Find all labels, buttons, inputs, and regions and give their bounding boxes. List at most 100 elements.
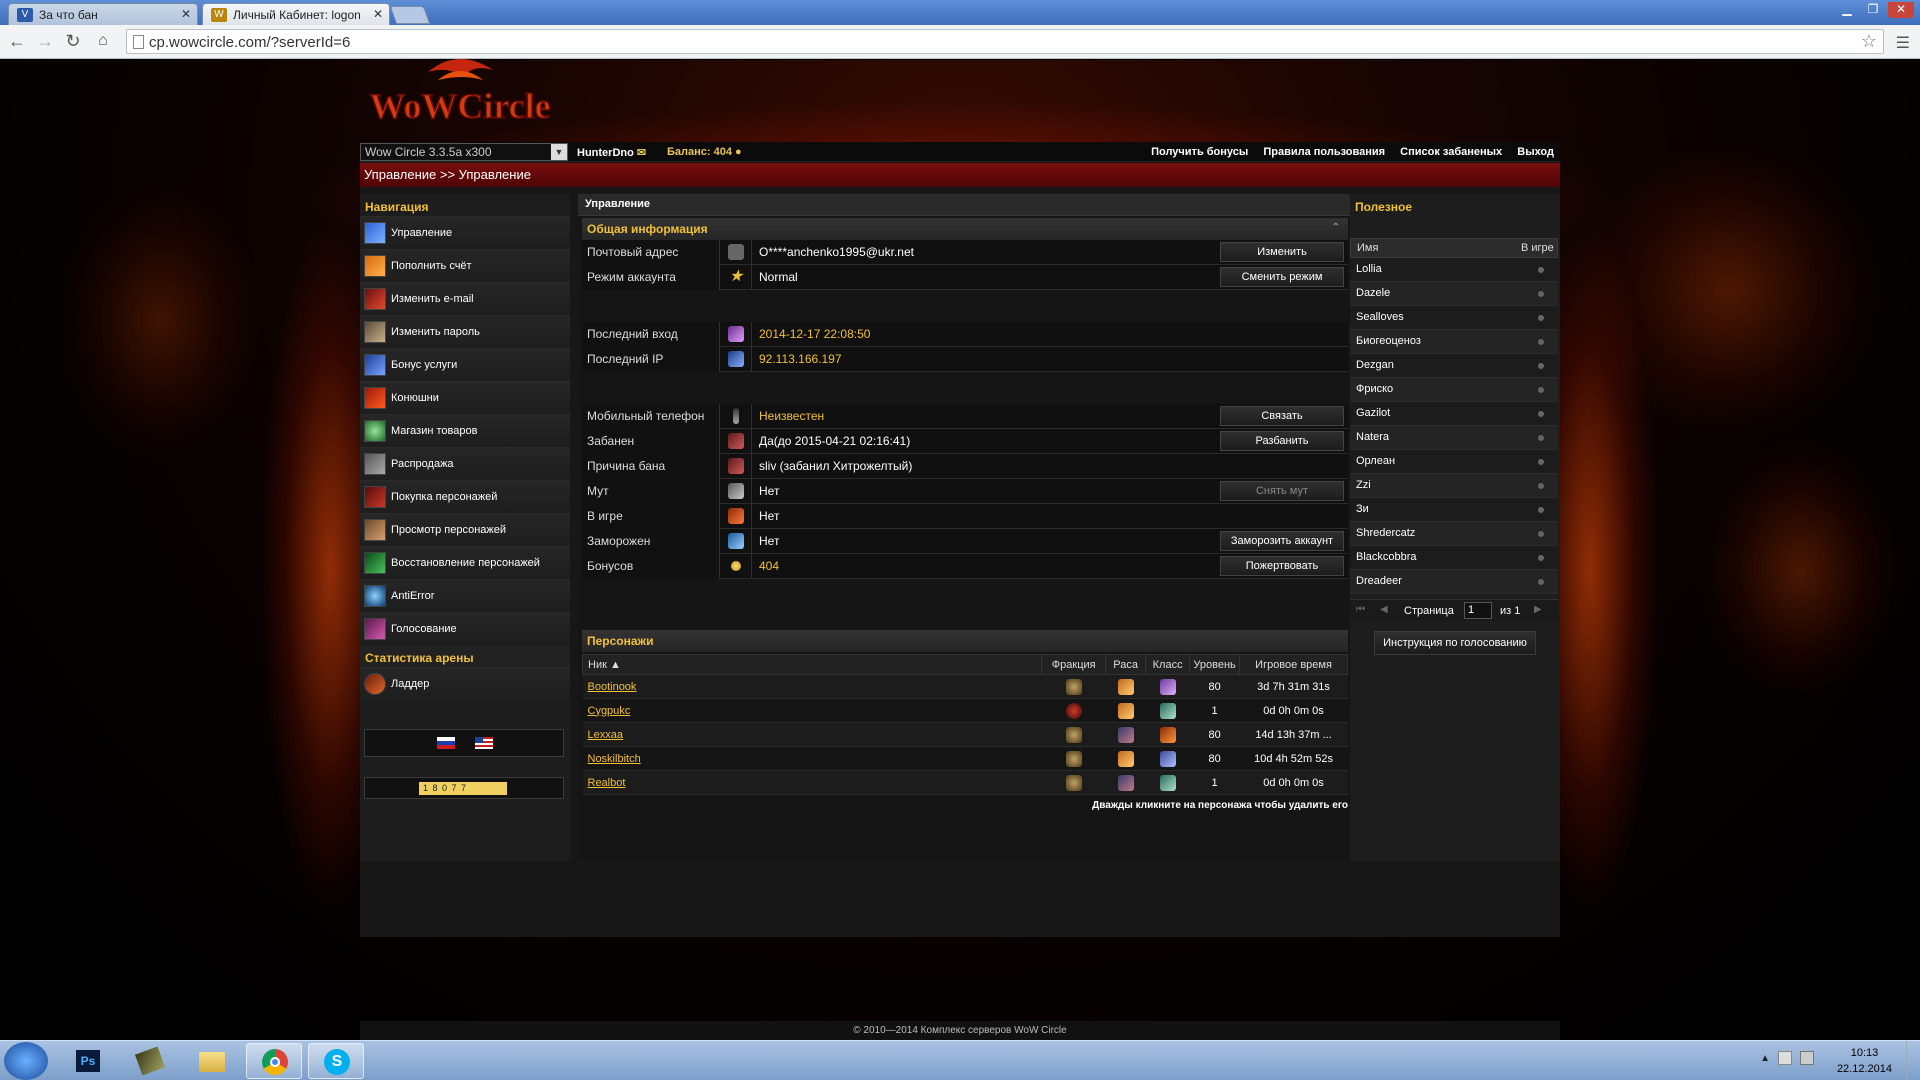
- list-item[interactable]: Dazele: [1350, 282, 1558, 306]
- home-icon[interactable]: ⌂: [92, 31, 114, 53]
- nav-item-bonus-services[interactable]: Бонус услуги: [360, 348, 570, 381]
- first-page-icon[interactable]: ⏮: [1356, 604, 1365, 615]
- link-banned-list[interactable]: Список забаненых: [1400, 146, 1502, 158]
- nav-item-stables[interactable]: Конюшни: [360, 381, 570, 414]
- chrome-icon[interactable]: [246, 1043, 302, 1079]
- clock[interactable]: 10:13 22.12.2014: [1837, 1045, 1892, 1077]
- chevron-down-icon[interactable]: ▼: [551, 144, 567, 160]
- photoshop-icon[interactable]: Ps: [60, 1043, 116, 1079]
- volume-icon[interactable]: [1800, 1051, 1814, 1065]
- link-get-bonuses[interactable]: Получить бонусы: [1151, 146, 1248, 158]
- vote-instructions-button[interactable]: Инструкция по голосованию: [1374, 631, 1536, 655]
- tab-ban-reason[interactable]: V За что бан ✕: [8, 3, 198, 25]
- freeze-account-button[interactable]: Заморозить аккаунт: [1220, 531, 1344, 551]
- list-item[interactable]: Blackcobbra: [1350, 546, 1558, 570]
- maximize-icon[interactable]: ❐: [1860, 2, 1886, 18]
- server-select[interactable]: Wow Circle 3.3.5a x300 ▼: [360, 143, 568, 161]
- page-input[interactable]: 1: [1464, 602, 1492, 619]
- forward-icon[interactable]: →: [34, 31, 56, 53]
- table-row[interactable]: Realbot 1 0d 0h 0m 0s: [582, 770, 1348, 795]
- link-phone-button[interactable]: Связать: [1220, 406, 1344, 426]
- nav-item-topup[interactable]: Пополнить счёт: [360, 249, 570, 282]
- username[interactable]: HunterDno ✉: [577, 146, 646, 159]
- list-item[interactable]: Dreadeer: [1350, 570, 1558, 594]
- url-text[interactable]: cp.wowcircle.com/?serverId=6: [149, 34, 350, 51]
- table-row[interactable]: Cygpukc 1 0d 0h 0m 0s: [582, 698, 1348, 723]
- table-row[interactable]: Noskilbitch 80 10d 4h 52m 52s: [582, 746, 1348, 771]
- col-faction[interactable]: Фракция: [1041, 654, 1107, 675]
- status-dot-icon: [1538, 531, 1544, 537]
- collapse-icon[interactable]: ⌃: [1332, 222, 1340, 233]
- list-item[interactable]: Sealloves: [1350, 306, 1558, 330]
- nav-item-change-email[interactable]: Изменить e-mail: [360, 282, 570, 315]
- nav-item-antierror[interactable]: AntiError: [360, 579, 570, 612]
- wow-launcher-icon[interactable]: [122, 1043, 178, 1079]
- col-class[interactable]: Класс: [1145, 654, 1191, 675]
- address-bar[interactable]: cp.wowcircle.com/?serverId=6 ☆: [126, 29, 1884, 54]
- list-item[interactable]: Dezgan: [1350, 354, 1558, 378]
- status-dot-icon: [1538, 459, 1544, 465]
- link-logout[interactable]: Выход: [1517, 146, 1554, 158]
- change-email-button[interactable]: Изменить: [1220, 242, 1344, 262]
- email-icon: [728, 244, 744, 260]
- table-row[interactable]: Bootinook 80 3d 7h 31m 31s: [582, 674, 1348, 699]
- nav-item-sale[interactable]: Распродажа: [360, 447, 570, 480]
- nav-item-manage[interactable]: Управление: [360, 216, 570, 249]
- mail-icon[interactable]: ✉: [637, 147, 646, 159]
- reload-icon[interactable]: ↻: [62, 31, 84, 53]
- donate-button[interactable]: Пожертвовать: [1220, 556, 1344, 576]
- flag-ru-icon[interactable]: [437, 737, 455, 749]
- site-topbar: Wow Circle 3.3.5a x300 ▼ HunterDno ✉ Бал…: [360, 142, 1560, 162]
- class-icon: [1159, 774, 1176, 791]
- minimize-icon[interactable]: ▁: [1834, 2, 1860, 18]
- flag-us-icon[interactable]: [475, 737, 493, 749]
- list-item[interactable]: Фриско: [1350, 378, 1558, 402]
- nav-item-buy-characters[interactable]: Покупка персонажей: [360, 480, 570, 513]
- unmute-button[interactable]: Снять мут: [1220, 481, 1344, 501]
- close-tab-icon[interactable]: ✕: [373, 7, 383, 21]
- skype-icon[interactable]: S: [308, 1043, 364, 1079]
- tab-cabinet[interactable]: W Личный Кабинет: logon ✕: [202, 3, 390, 25]
- visit-counter[interactable]: 1 8 0 7 7: [419, 782, 507, 795]
- nav-item-voting[interactable]: Голосование: [360, 612, 570, 645]
- show-desktop-button[interactable]: [1906, 1041, 1920, 1080]
- explorer-icon[interactable]: [184, 1043, 240, 1079]
- nav-item-shop[interactable]: Магазин товаров: [360, 414, 570, 447]
- list-item[interactable]: Биогеоценоз: [1350, 330, 1558, 354]
- list-item[interactable]: Gazilot: [1350, 402, 1558, 426]
- new-tab-button[interactable]: [389, 6, 431, 24]
- nav-item-restore-characters[interactable]: Восстановление персонажей: [360, 546, 570, 579]
- list-item[interactable]: Shredercatz: [1350, 522, 1558, 546]
- col-nick[interactable]: Ник ▲: [581, 654, 1043, 675]
- list-item[interactable]: Lollia: [1350, 258, 1558, 282]
- change-mode-button[interactable]: Сменить режим: [1220, 267, 1344, 287]
- col-playtime[interactable]: Игровое время: [1239, 654, 1348, 675]
- list-item[interactable]: Natera: [1350, 426, 1558, 450]
- wowcircle-logo[interactable]: WoWCircle: [368, 52, 553, 134]
- next-page-icon[interactable]: ▶: [1534, 604, 1542, 615]
- prev-page-icon[interactable]: ◀: [1380, 604, 1388, 615]
- tray-arrow-icon[interactable]: ▲: [1760, 1053, 1770, 1064]
- start-button-icon[interactable]: [4, 1042, 48, 1080]
- list-item[interactable]: Zzi: [1350, 474, 1558, 498]
- nav-item-view-characters[interactable]: Просмотр персонажей: [360, 513, 570, 546]
- back-icon[interactable]: ←: [6, 31, 28, 53]
- bookmark-star-icon[interactable]: ☆: [1861, 31, 1877, 52]
- unban-button[interactable]: Разбанить: [1220, 431, 1344, 451]
- link-rules[interactable]: Правила пользования: [1263, 146, 1385, 158]
- col-race[interactable]: Раса: [1105, 654, 1147, 675]
- col-in-game[interactable]: В игре: [1521, 242, 1554, 254]
- col-level[interactable]: Уровень: [1189, 654, 1241, 675]
- close-tab-icon[interactable]: ✕: [181, 7, 191, 21]
- network-icon[interactable]: [1778, 1051, 1792, 1065]
- close-window-icon[interactable]: ✕: [1888, 2, 1914, 18]
- list-item[interactable]: Зи: [1350, 498, 1558, 522]
- table-row[interactable]: Lexxaa 80 14d 13h 37m ...: [582, 722, 1348, 747]
- col-name[interactable]: Имя: [1357, 242, 1378, 254]
- clock-time: 10:13: [1850, 1047, 1879, 1059]
- nav-item-ladder[interactable]: Ладдер: [360, 667, 570, 700]
- menu-icon[interactable]: ☰: [1896, 33, 1910, 53]
- list-item[interactable]: Орлеан: [1350, 450, 1558, 474]
- pager: ⏮ ◀ Страница 1 из 1 ▶: [1350, 599, 1558, 621]
- nav-item-change-password[interactable]: Изменить пароль: [360, 315, 570, 348]
